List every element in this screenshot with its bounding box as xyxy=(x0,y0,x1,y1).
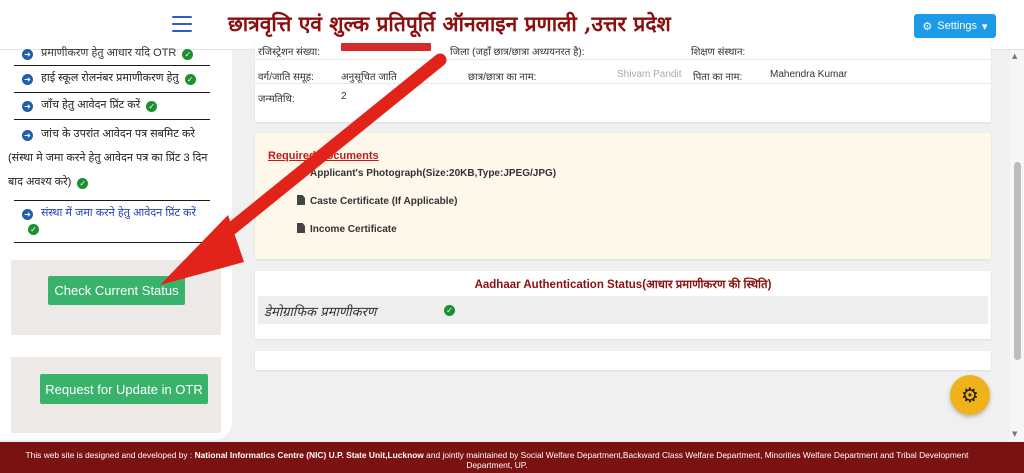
floating-settings-button[interactable]: ⚙ xyxy=(950,375,990,415)
footer: This web site is designed and developed … xyxy=(0,442,1024,473)
sidebar-item-sublabel: बाद अवश्य करे) xyxy=(8,176,72,188)
registration-label: रजिस्ट्रेशन संख्या: xyxy=(258,47,320,58)
sidebar-item-label: संस्था में जमा करने हेतु आवेदन प्रिंट कर… xyxy=(41,207,196,219)
document-label: Caste Certificate (If Applicable) xyxy=(310,196,458,207)
gear-icon: ⚙ xyxy=(922,20,933,33)
check-icon: ✓ xyxy=(146,101,158,112)
request-update-otr-button[interactable]: Request for Update in OTR xyxy=(40,374,208,404)
student-name-value: Shivam Pandit xyxy=(617,69,682,80)
footer-suffix: and jointly maintained by Social Welfare… xyxy=(423,450,969,470)
arrow-right-icon: ➜ xyxy=(22,74,33,85)
empty-card xyxy=(255,351,991,370)
demographic-auth-label: डेमोग्राफिक प्रमाणीकरण xyxy=(264,305,377,320)
check-icon: ✓ xyxy=(28,224,39,235)
arrow-right-icon: ➜ xyxy=(22,130,33,141)
footer-prefix: This web site is designed and developed … xyxy=(25,450,195,460)
sidebar-item-aadhaar-otr[interactable]: ➜ प्रमाणीकरण हेतु आधार यदि OTR ✓ xyxy=(14,44,210,66)
arrow-right-icon: ➜ xyxy=(22,101,33,112)
sidebar-item-print-institution[interactable]: ➜ संस्था में जमा करने हेतु आवेदन प्रिंट क… xyxy=(14,201,210,243)
scroll-up-icon[interactable]: ▲ xyxy=(1012,52,1017,60)
document-item: Caste Certificate (If Applicable) xyxy=(297,195,457,207)
institution-label: शिक्षण संस्थान: xyxy=(691,47,746,58)
footer-organization: National Informatics Centre (NIC) U.P. S… xyxy=(194,450,424,460)
sidebar-item-label: जाँच हेतु आवेदन प्रिंट करें xyxy=(41,99,141,111)
aadhaar-row: डेमोग्राफिक प्रमाणीकरण ✓ xyxy=(258,296,988,324)
page-title: छात्रवृत्ति एवं शुल्क प्रतिपूर्ति ऑनलाइन… xyxy=(228,11,671,36)
father-name-value: Mahendra Kumar xyxy=(770,69,848,80)
sidebar-item-highschool-roll[interactable]: ➜ हाई स्कूल रोलनंबर प्रमाणीकरण हेतु ✓ xyxy=(14,66,210,93)
scroll-down-icon[interactable]: ▼ xyxy=(1012,430,1017,438)
settings-label: Settings xyxy=(937,20,978,32)
sidebar-menu: ➜ प्रमाणीकरण हेतु आधार यदि OTR ✓ ➜ हाई स्कू… xyxy=(8,44,210,243)
dob-label: जन्मतिथि: xyxy=(258,94,295,105)
father-name-label: पिता का नाम: xyxy=(693,72,743,83)
check-icon: ✓ xyxy=(182,49,194,60)
gear-icon: ⚙ xyxy=(961,383,979,407)
caste-label: वर्ग/जाति समूह: xyxy=(258,72,314,83)
check-icon: ✓ xyxy=(184,74,196,85)
sidebar-item-print-check[interactable]: ➜ जाँच हेतु आवेदन प्रिंट करें ✓ xyxy=(14,93,210,120)
sidebar-item-label: जांच के उपरांत आवेदन पत्र सबमिट करे xyxy=(41,128,195,140)
aadhaar-status-card: Aadhaar Authentication Status(आधार प्रमा… xyxy=(255,271,991,339)
student-info-card: रजिस्ट्रेशन संख्या: जिला (जहाँ छात्र/छात… xyxy=(255,40,991,122)
arrow-right-icon: ➜ xyxy=(22,49,33,60)
info-row: वर्ग/जाति समूह: अनुसूचित जाति छात्र/छात्… xyxy=(255,64,991,84)
sidebar-item-label: प्रमाणीकरण हेतु आधार यदि OTR xyxy=(41,47,177,59)
file-icon xyxy=(297,195,305,205)
sidebar-item-sublabel: (संस्था मे जमा करने हेतु आवेदन पत्र का प… xyxy=(8,152,208,164)
info-row: रजिस्ट्रेशन संख्या: जिला (जहाँ छात्र/छात… xyxy=(255,40,991,60)
scrollbar-thumb[interactable] xyxy=(1014,162,1021,360)
caste-value: अनुसूचित जाति xyxy=(341,72,397,83)
check-icon: ✓ xyxy=(77,178,89,189)
sidebar-item-label: हाई स्कूल रोलनंबर प्रमाणीकरण हेतु xyxy=(41,72,179,84)
hamburger-icon[interactable] xyxy=(172,16,192,32)
document-item: Applicant's Photograph(Size:20KB,Type:JP… xyxy=(297,167,556,179)
sidebar-item-submit-application[interactable]: ➜ जांच के उपरांत आवेदन पत्र सबमिट करे (सं… xyxy=(8,120,210,201)
file-icon xyxy=(297,223,305,233)
aadhaar-title: Aadhaar Authentication Status(आधार प्रमा… xyxy=(474,279,772,291)
required-documents-card: Required Documents Applicant's Photograp… xyxy=(255,133,991,259)
registration-value xyxy=(341,43,431,54)
district-label: जिला (जहाँ छात्र/छात्रा अध्ययनरत है): xyxy=(450,47,585,58)
caret-down-icon: ▾ xyxy=(982,20,988,33)
check-icon: ✓ xyxy=(444,305,455,316)
info-row: जन्मतिथि: 2 xyxy=(255,86,991,106)
documents-title: Required Documents xyxy=(268,150,379,162)
student-name-label: छात्र/छात्रा का नाम: xyxy=(468,72,537,83)
document-label: Income Certificate xyxy=(310,224,397,235)
document-item: Income Certificate xyxy=(297,223,397,235)
check-current-status-button[interactable]: Check Current Status xyxy=(48,276,185,305)
settings-button[interactable]: ⚙ Settings ▾ xyxy=(914,14,996,38)
arrow-right-icon: ➜ xyxy=(22,209,33,220)
document-label: Applicant's Photograph(Size:20KB,Type:JP… xyxy=(310,168,557,179)
file-icon xyxy=(297,167,305,177)
dob-value: 2 xyxy=(341,91,347,102)
